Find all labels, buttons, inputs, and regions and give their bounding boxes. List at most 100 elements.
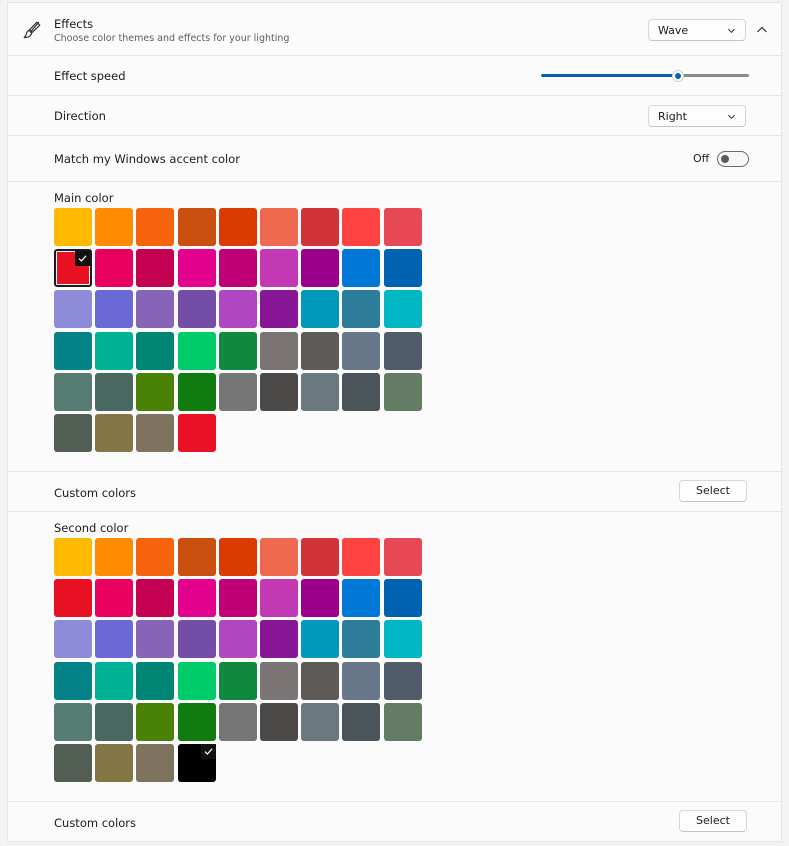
second-color-swatch[interactable] [95, 744, 134, 782]
second-color-swatch[interactable] [301, 620, 340, 659]
second-color-swatch[interactable] [301, 661, 340, 700]
main-color-swatch[interactable] [260, 372, 298, 411]
main-color-swatch[interactable] [54, 249, 92, 288]
main-color-swatch[interactable] [383, 290, 422, 329]
main-color-swatch[interactable] [177, 372, 216, 411]
second-color-swatch[interactable] [136, 579, 175, 618]
main-color-swatch[interactable] [301, 249, 340, 288]
second-color-swatch[interactable] [218, 538, 257, 576]
second-color-swatch[interactable] [136, 538, 175, 576]
second-color-swatch[interactable] [301, 538, 340, 576]
main-color-swatch[interactable] [260, 290, 298, 329]
second-color-swatch[interactable] [342, 702, 381, 741]
main-color-swatch[interactable] [136, 249, 175, 288]
second-color-swatch[interactable] [218, 702, 257, 741]
second-color-swatch[interactable] [177, 661, 216, 700]
second-color-swatch[interactable] [54, 579, 92, 618]
second-custom-select-button[interactable]: Select [679, 810, 747, 832]
main-color-swatch[interactable] [95, 249, 134, 288]
main-color-swatch[interactable] [342, 372, 381, 411]
main-color-swatch[interactable] [136, 414, 175, 452]
main-color-swatch[interactable] [342, 249, 381, 288]
main-color-swatch[interactable] [54, 290, 92, 329]
main-color-swatch[interactable] [383, 331, 422, 370]
second-color-swatch[interactable] [342, 538, 381, 576]
main-color-swatch[interactable] [177, 414, 216, 452]
main-color-swatch[interactable] [95, 208, 134, 246]
main-color-swatch[interactable] [301, 331, 340, 370]
accent-match-toggle[interactable] [717, 151, 749, 167]
main-color-swatch[interactable] [383, 208, 422, 246]
second-color-swatch[interactable] [218, 661, 257, 700]
main-color-swatch[interactable] [177, 249, 216, 288]
main-color-swatch[interactable] [177, 208, 216, 246]
main-color-swatch[interactable] [342, 208, 381, 246]
main-color-swatch[interactable] [218, 331, 257, 370]
second-color-swatch[interactable] [95, 620, 134, 659]
second-color-swatch[interactable] [342, 579, 381, 618]
main-color-swatch[interactable] [342, 331, 381, 370]
main-custom-select-button[interactable]: Select [679, 480, 747, 502]
main-color-swatch[interactable] [301, 372, 340, 411]
main-color-swatch[interactable] [218, 208, 257, 246]
main-color-swatch[interactable] [54, 414, 92, 452]
main-color-swatch[interactable] [95, 331, 134, 370]
main-color-swatch[interactable] [54, 372, 92, 411]
second-color-swatch[interactable] [95, 579, 134, 618]
main-color-swatch[interactable] [342, 290, 381, 329]
main-color-swatch[interactable] [136, 208, 175, 246]
second-color-swatch[interactable] [177, 579, 216, 618]
main-color-swatch[interactable] [218, 290, 257, 329]
second-color-swatch[interactable] [95, 661, 134, 700]
second-color-swatch[interactable] [383, 661, 422, 700]
second-color-swatch[interactable] [54, 620, 92, 659]
effects-header[interactable]: Effects Choose color themes and effects … [7, 2, 782, 56]
second-color-swatch[interactable] [177, 744, 216, 782]
effect-dropdown[interactable]: Wave [648, 19, 746, 41]
second-color-swatch[interactable] [136, 702, 175, 741]
main-color-swatch[interactable] [301, 208, 340, 246]
second-color-swatch[interactable] [342, 661, 381, 700]
main-color-swatch[interactable] [54, 331, 92, 370]
second-color-swatch[interactable] [260, 661, 298, 700]
main-color-swatch[interactable] [218, 249, 257, 288]
main-color-swatch[interactable] [383, 249, 422, 288]
main-color-swatch[interactable] [177, 331, 216, 370]
main-color-swatch[interactable] [136, 331, 175, 370]
second-color-swatch[interactable] [260, 579, 298, 618]
second-color-swatch[interactable] [95, 702, 134, 741]
second-color-swatch[interactable] [218, 620, 257, 659]
main-color-swatch[interactable] [218, 372, 257, 411]
main-color-swatch[interactable] [136, 372, 175, 411]
second-color-swatch[interactable] [54, 702, 92, 741]
second-color-swatch[interactable] [177, 538, 216, 576]
main-color-swatch[interactable] [383, 372, 422, 411]
second-color-swatch[interactable] [177, 620, 216, 659]
second-color-swatch[interactable] [383, 579, 422, 618]
second-color-swatch[interactable] [95, 538, 134, 576]
second-color-swatch[interactable] [136, 620, 175, 659]
second-color-swatch[interactable] [218, 579, 257, 618]
second-color-swatch[interactable] [260, 538, 298, 576]
second-color-swatch[interactable] [136, 744, 175, 782]
second-color-swatch[interactable] [260, 620, 298, 659]
main-color-swatch[interactable] [260, 331, 298, 370]
effect-speed-slider-thumb[interactable] [672, 70, 685, 82]
direction-dropdown[interactable]: Right [648, 105, 746, 127]
second-color-swatch[interactable] [383, 620, 422, 659]
main-color-swatch[interactable] [260, 208, 298, 246]
second-color-swatch[interactable] [177, 702, 216, 741]
main-color-swatch[interactable] [177, 290, 216, 329]
chevron-up-icon[interactable] [753, 21, 771, 39]
main-color-swatch[interactable] [136, 290, 175, 329]
main-color-swatch[interactable] [95, 372, 134, 411]
second-color-swatch[interactable] [342, 620, 381, 659]
second-color-swatch[interactable] [383, 538, 422, 576]
main-color-swatch[interactable] [95, 414, 134, 452]
second-color-swatch[interactable] [301, 579, 340, 618]
main-color-swatch[interactable] [54, 208, 92, 246]
second-color-swatch[interactable] [260, 702, 298, 741]
main-color-swatch[interactable] [301, 290, 340, 329]
second-color-swatch[interactable] [301, 702, 340, 741]
main-color-swatch[interactable] [95, 290, 134, 329]
